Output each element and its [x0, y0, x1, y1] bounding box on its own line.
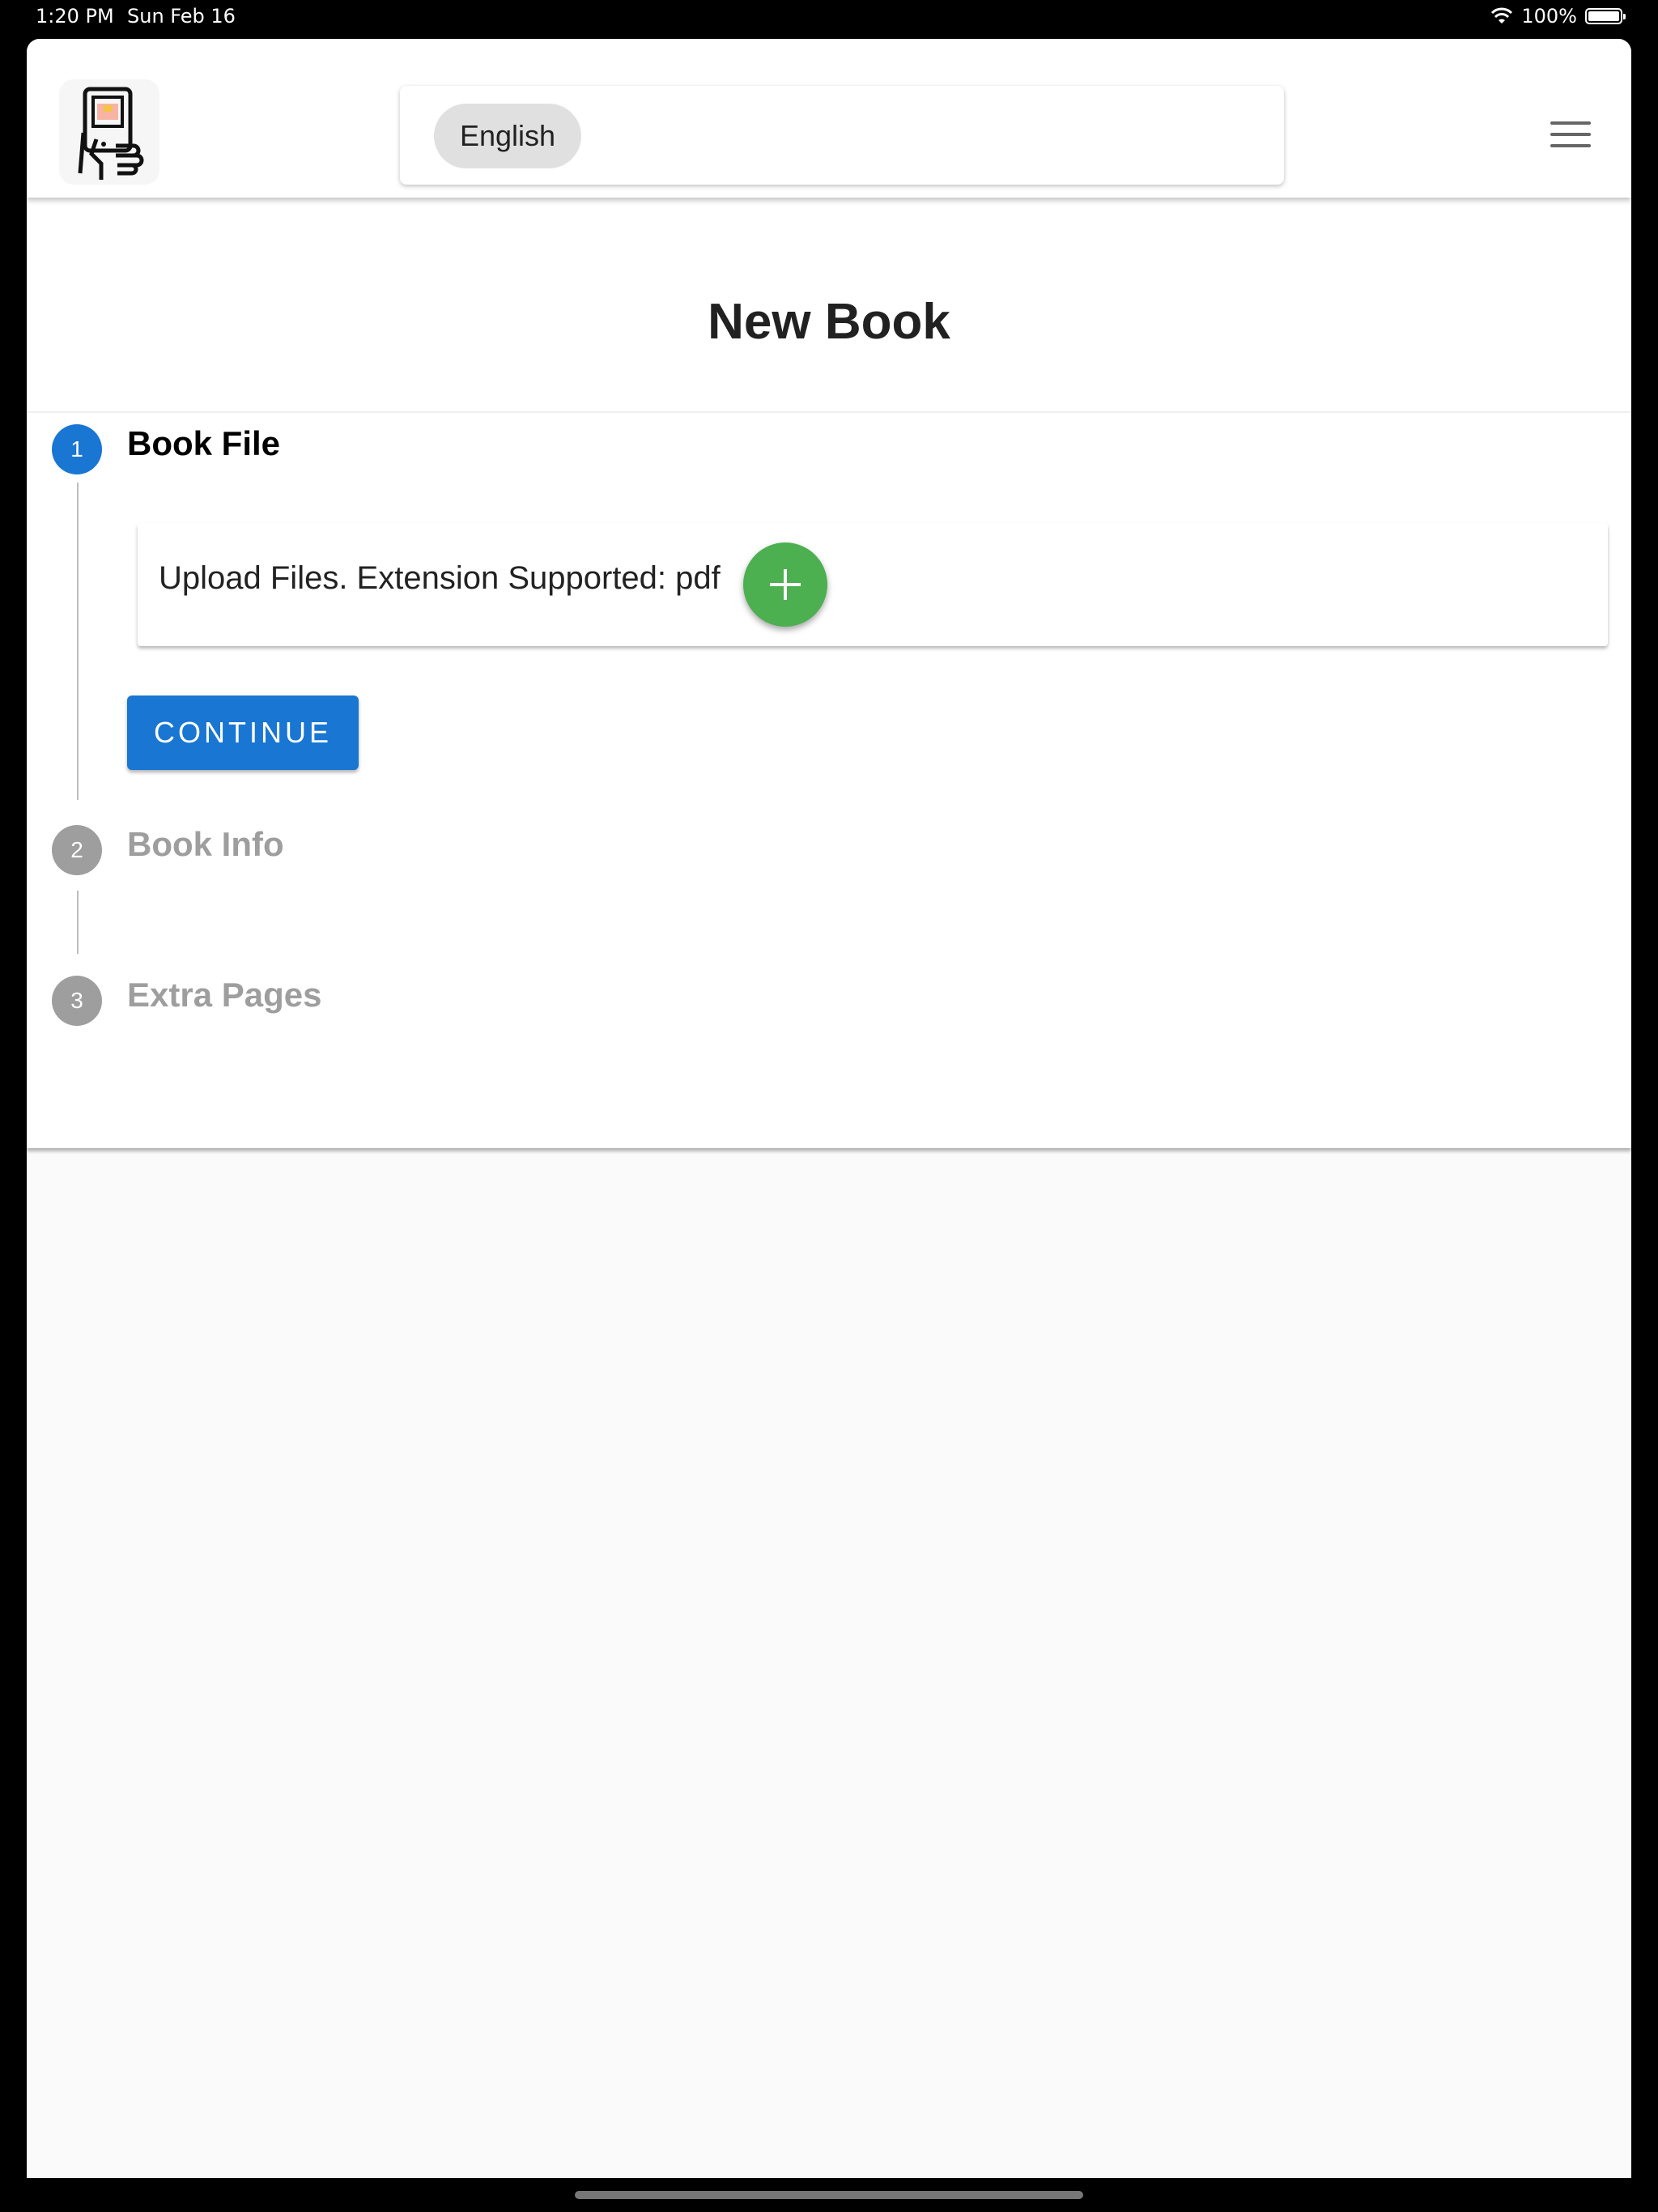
step-3-circle[interactable]: 3 [52, 976, 102, 1026]
continue-button[interactable]: CONTINUE [127, 696, 359, 770]
upload-card: Upload Files. Extension Supported: pdf [138, 523, 1608, 646]
divider [27, 411, 1631, 413]
status-time: 1:20 PM [36, 5, 114, 28]
status-bar: 1:20 PM Sun Feb 16 100% [0, 0, 1658, 39]
home-indicator[interactable] [575, 2191, 1083, 2199]
battery-percent: 100% [1521, 5, 1577, 28]
app-header: English [27, 39, 1631, 198]
language-selector[interactable]: English [400, 86, 1284, 185]
step-connector [77, 483, 79, 800]
step-1-circle[interactable]: 1 [52, 424, 102, 474]
app-window: English New Book 1 Book File Upload File… [27, 39, 1631, 2178]
wifi-icon [1491, 7, 1513, 23]
new-book-form: New Book 1 Book File Upload Files. Exten… [27, 198, 1631, 1148]
language-chip[interactable]: English [434, 104, 582, 168]
status-indicators: 100% [1490, 5, 1626, 28]
step-connector [77, 891, 79, 954]
status-date: Sun Feb 16 [127, 5, 236, 28]
battery-icon [1585, 8, 1626, 24]
hamburger-menu-icon[interactable] [1550, 121, 1591, 154]
ereader-hand-icon[interactable] [59, 79, 159, 185]
step-2-circle[interactable]: 2 [52, 825, 102, 875]
page-title: New Book [708, 294, 950, 350]
step-1-label[interactable]: Book File [127, 424, 280, 463]
plus-icon[interactable] [743, 542, 827, 627]
step-2-label[interactable]: Book Info [127, 825, 284, 864]
step-3-label[interactable]: Extra Pages [127, 976, 321, 1015]
upload-instructions: Upload Files. Extension Supported: pdf [159, 560, 721, 596]
